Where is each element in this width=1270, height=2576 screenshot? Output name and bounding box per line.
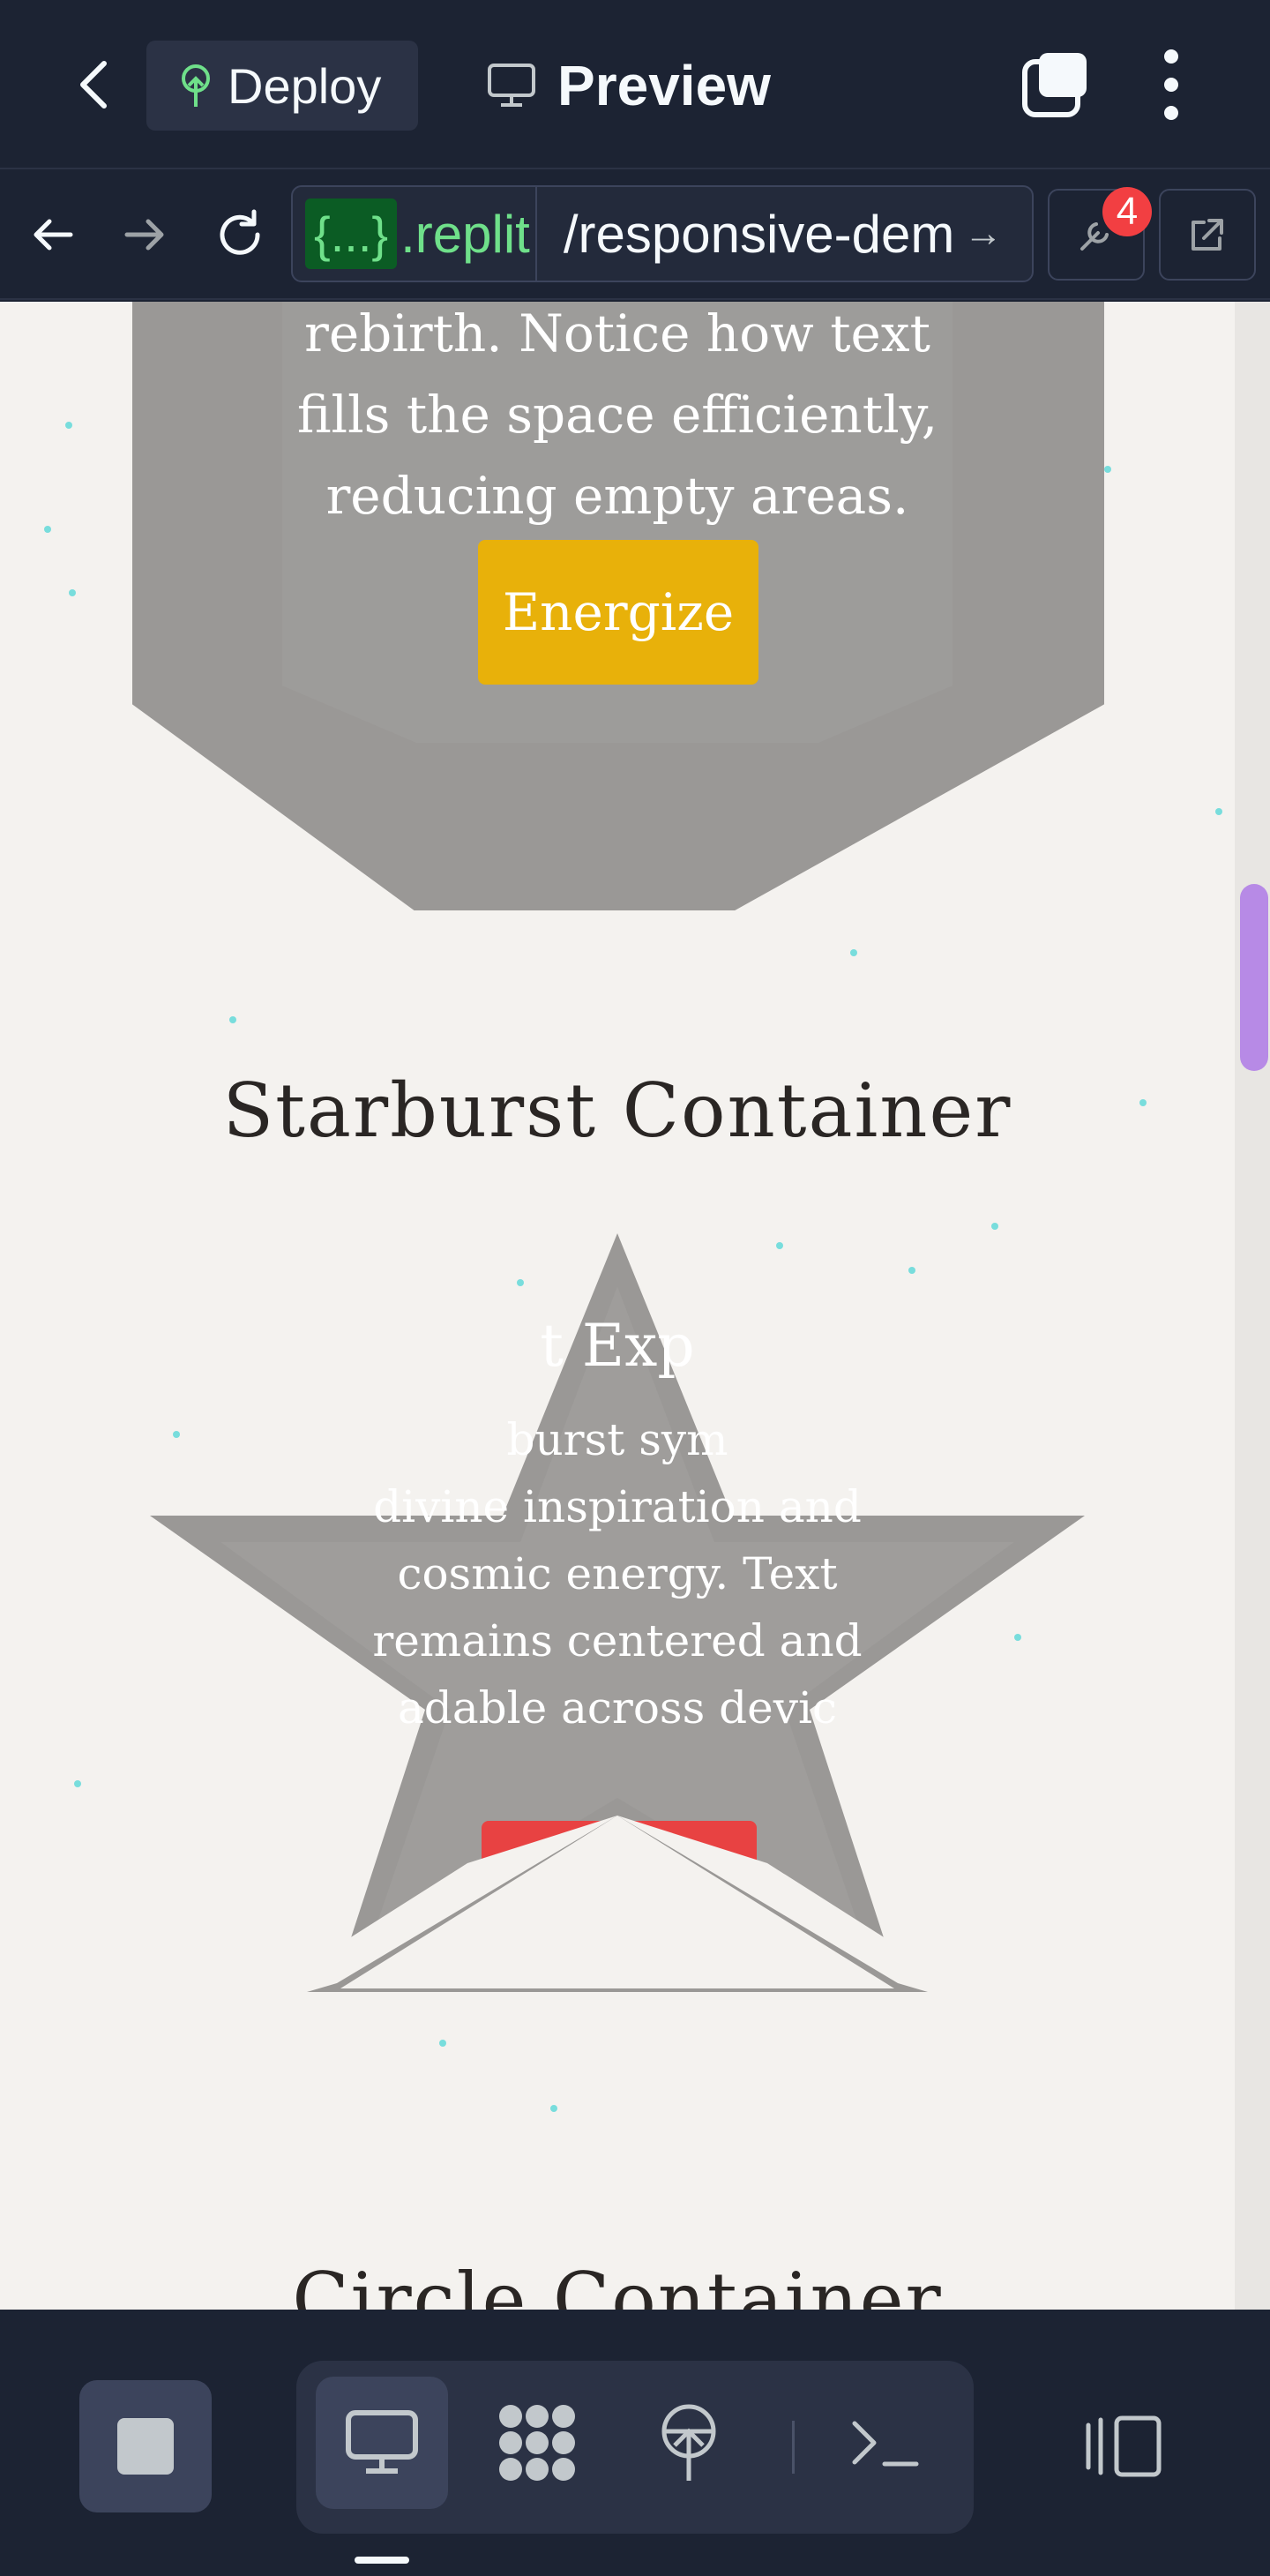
tab-workflows[interactable] xyxy=(471,2377,603,2509)
particle-dot xyxy=(44,526,51,533)
more-vertical-icon xyxy=(1164,49,1178,64)
url-badge: {...} xyxy=(305,198,398,269)
preview-label: Preview xyxy=(557,54,771,117)
chevron-left-icon xyxy=(80,61,107,109)
tab-preview[interactable]: Preview xyxy=(487,41,771,131)
starburst-text-line: remains centered and xyxy=(372,1615,863,1666)
starburst-card-title: t Exp xyxy=(540,1312,695,1380)
octagon-text-line: fills the space efficiently, xyxy=(296,385,938,445)
deploy-button[interactable]: Deploy xyxy=(146,41,418,131)
octagon-text-line: reducing empty areas. xyxy=(325,466,909,526)
tool-switcher xyxy=(296,2361,974,2534)
reload-button[interactable] xyxy=(212,206,268,263)
particle-dot xyxy=(1104,466,1111,473)
nav-forward-button[interactable] xyxy=(116,206,173,263)
starburst-text-line: burst sym xyxy=(506,1414,728,1465)
preview-viewport[interactable]: rebirth. Notice how text fills the space… xyxy=(0,302,1270,2310)
arrow-left-icon xyxy=(34,219,73,251)
url-domain: .replit xyxy=(400,204,530,264)
tabs-icon xyxy=(1022,53,1087,117)
octagon-card-text: rebirth. Notice how text fills the space… xyxy=(265,302,970,536)
panel-layout-icon xyxy=(1086,2415,1162,2477)
energize-button[interactable]: Energize xyxy=(478,540,758,685)
stop-button[interactable] xyxy=(79,2380,212,2512)
stop-icon xyxy=(117,2418,174,2475)
bottom-toolbar xyxy=(0,2310,1270,2576)
monitor-icon xyxy=(346,2410,418,2474)
arrow-right-icon xyxy=(124,219,164,251)
url-path: /responsive-dem xyxy=(563,204,952,264)
nav-back-button[interactable] xyxy=(25,206,81,263)
starburst-heading: Starburst Container xyxy=(222,1067,1012,1154)
starburst-shape-overlay xyxy=(265,1816,970,1992)
particle-dot xyxy=(550,2105,557,2112)
particle-dot xyxy=(850,949,857,956)
tab-shell[interactable] xyxy=(818,2377,951,2509)
notification-badge: 4 xyxy=(1102,187,1152,236)
arrow-right-icon[interactable]: → xyxy=(964,212,1003,256)
terminal-icon xyxy=(852,2421,919,2467)
back-button[interactable] xyxy=(67,53,120,116)
scrollbar[interactable] xyxy=(1235,302,1270,2310)
particle-dot xyxy=(439,2040,446,2047)
particle-dot xyxy=(991,1223,998,1230)
starburst-text-line: cosmic energy. Text xyxy=(397,1548,838,1599)
starburst-text-line: divine inspiration and xyxy=(373,1481,862,1532)
devtools-button[interactable]: 4 xyxy=(1048,187,1152,281)
workflow-icon xyxy=(499,2405,575,2481)
particle-dot xyxy=(229,1016,236,1023)
open-external-button[interactable] xyxy=(1159,189,1256,281)
circle-heading: Circle Container xyxy=(292,2257,943,2310)
particle-dot xyxy=(69,589,76,596)
tabs-button[interactable] xyxy=(1021,51,1088,118)
url-field[interactable]: {...} .replit /responsive-dem → xyxy=(291,185,1034,282)
workspace-header: Deploy Preview xyxy=(0,0,1270,169)
tab-deployments[interactable] xyxy=(623,2377,755,2509)
deploy-label: Deploy xyxy=(228,57,382,114)
starburst-text-line: adable across devic xyxy=(398,1682,837,1734)
scrollbar-thumb[interactable] xyxy=(1240,884,1268,1071)
url-separator xyxy=(534,187,537,281)
deploy-icon xyxy=(182,64,210,107)
tab-webview[interactable] xyxy=(316,2377,448,2509)
more-menu-button[interactable] xyxy=(1155,49,1187,120)
starburst-card-text: t Exp burst sym divine inspiration and c… xyxy=(229,1304,1005,1741)
particle-dot xyxy=(1215,808,1222,815)
reload-icon xyxy=(220,209,260,255)
browser-toolbar: {...} .replit /responsive-dem → 4 xyxy=(0,171,1270,300)
particle-dot xyxy=(65,422,72,429)
monitor-icon xyxy=(488,64,535,107)
divider xyxy=(792,2421,795,2474)
external-link-icon xyxy=(1192,219,1223,251)
particle-dot xyxy=(74,1780,81,1787)
home-indicator xyxy=(355,2557,409,2564)
panel-layout-button[interactable] xyxy=(1080,2380,1168,2512)
octagon-text-line: rebirth. Notice how text xyxy=(304,303,930,363)
deploy-icon xyxy=(661,2404,716,2481)
